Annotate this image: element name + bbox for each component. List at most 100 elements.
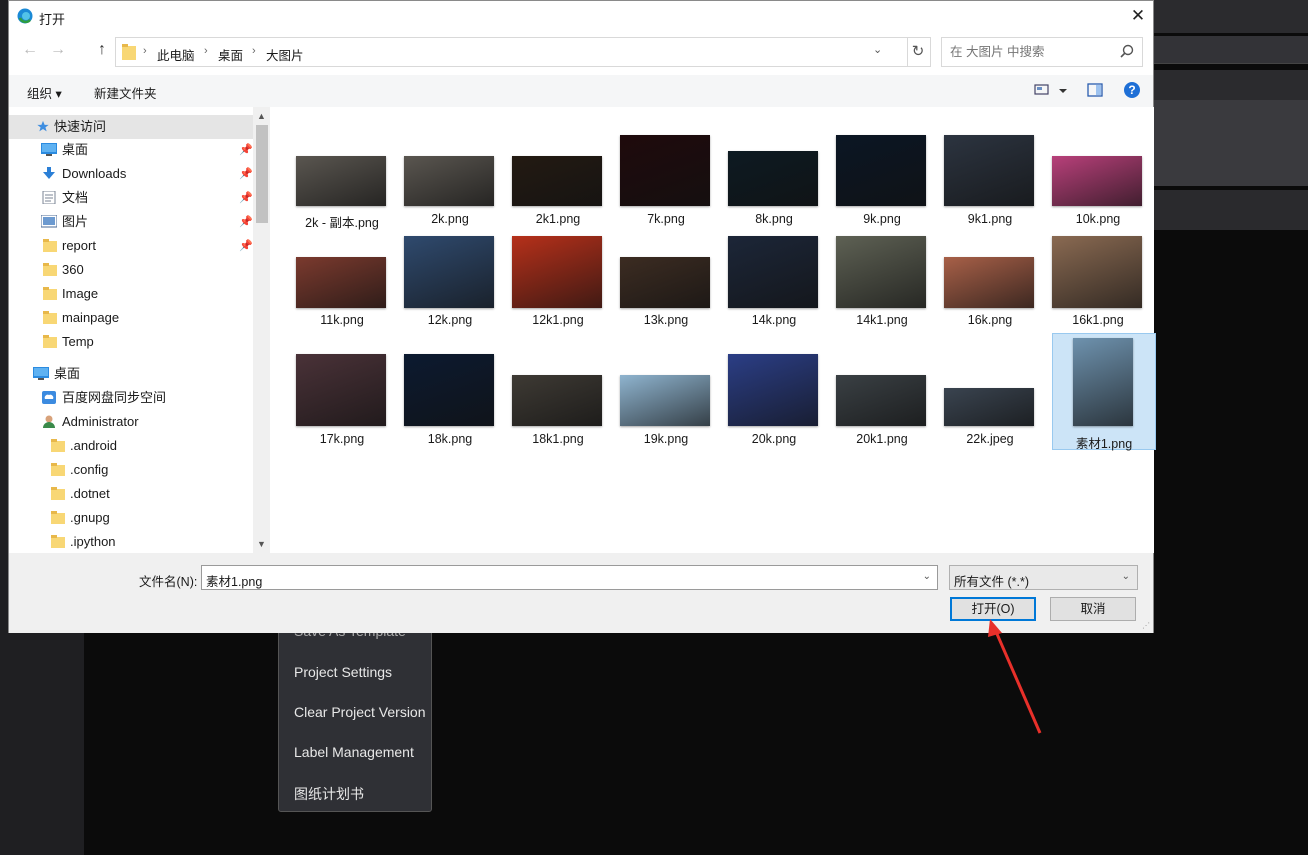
folder-icon — [43, 263, 57, 276]
file-name: 20k1.png — [856, 432, 908, 446]
sidebar-item-report[interactable]: report 📌 — [9, 234, 253, 258]
pin-icon[interactable]: 📌 — [239, 186, 253, 210]
search-box[interactable] — [941, 37, 1143, 67]
file-item[interactable]: 9k1.png — [938, 132, 1042, 248]
file-item[interactable]: 19k.png — [614, 333, 718, 449]
sidebar-item-documents[interactable]: 文档 📌 — [9, 186, 253, 210]
folder-icon — [51, 535, 65, 548]
command-bar: 组织 ▾ 新建文件夹 — [9, 75, 1153, 107]
sidebar-item-downloads[interactable]: Downloads 📌 — [9, 162, 253, 186]
sidebar-item-label: 图片 — [62, 214, 89, 229]
file-item[interactable]: 16k1.png — [1046, 233, 1150, 349]
file-thumbnail — [620, 257, 710, 308]
menu-item-drawing-plan[interactable]: 图纸计划书 — [294, 784, 429, 804]
sidebar-item-pictures[interactable]: 图片 📌 — [9, 210, 253, 234]
sidebar-item-desktop[interactable]: 桌面 📌 — [9, 138, 253, 162]
sidebar-item-label: mainpage — [62, 310, 120, 325]
file-thumbnail — [296, 257, 386, 308]
sidebar-item-temp[interactable]: Temp — [9, 330, 253, 354]
file-item[interactable]: 7k.png — [614, 132, 718, 248]
breadcrumb-desktop[interactable]: 桌面 — [218, 45, 243, 64]
chevron-down-icon[interactable]: ⌄ — [1122, 571, 1130, 582]
filetype-select[interactable]: 所有文件 (*.*) ⌄ — [949, 565, 1138, 590]
back-arrow-icon[interactable]: ← — [19, 41, 41, 59]
cancel-button[interactable]: 取消 — [1050, 597, 1136, 621]
menu-item-clear-project-version[interactable]: Clear Project Version — [294, 704, 429, 720]
close-button[interactable]: ✕ — [1121, 1, 1155, 31]
file-item[interactable]: 17k.png — [290, 333, 394, 449]
file-item[interactable]: 8k.png — [722, 132, 826, 248]
refresh-icon[interactable]: ↻ — [906, 37, 931, 67]
search-icon[interactable] — [1120, 44, 1134, 58]
pin-icon[interactable]: 📌 — [239, 234, 253, 258]
sidebar-item-baidu-netdisk[interactable]: 百度网盘同步空间 — [9, 386, 253, 410]
menu-item-label-management[interactable]: Label Management — [294, 744, 429, 760]
file-item[interactable]: 20k.png — [722, 333, 826, 449]
view-options-icon[interactable] — [1034, 82, 1072, 98]
sidebar-item-360[interactable]: 360 — [9, 258, 253, 282]
sidebar-item-label: 桌面 — [54, 366, 81, 381]
sidebar-item-quick-access[interactable]: 快速访问 — [9, 115, 253, 139]
sidebar-item-config[interactable]: .config — [9, 458, 253, 482]
organize-button[interactable]: 组织 ▾ — [27, 83, 62, 102]
filename-field[interactable]: 素材1.png ⌄ — [201, 565, 938, 590]
breadcrumb-big-pictures[interactable]: 大图片 — [266, 45, 304, 64]
filename-value[interactable]: 素材1.png — [206, 571, 262, 590]
app-panel — [1154, 100, 1308, 186]
file-item[interactable]: 14k.png — [722, 233, 826, 349]
scroll-down-icon[interactable]: ▼ — [257, 539, 266, 549]
file-item[interactable]: 11k.png — [290, 233, 394, 349]
file-item[interactable]: 2k - 副本.png — [290, 132, 394, 248]
file-thumbnail — [728, 354, 818, 426]
sidebar-item-image[interactable]: Image — [9, 282, 253, 306]
file-item[interactable]: 12k1.png — [506, 233, 610, 349]
sidebar-item-label: Administrator — [62, 414, 139, 429]
open-file-dialog: 打开 ✕ ← → ↑ › 此电脑 › 桌面 › 大图片 ⌄ ↻ 组织 ▾ 新建文… — [8, 0, 1156, 633]
up-arrow-icon[interactable]: ↑ — [91, 41, 113, 59]
pin-icon[interactable]: 📌 — [239, 138, 253, 162]
file-name: 2k.png — [431, 212, 469, 226]
help-icon[interactable]: ? — [1124, 82, 1140, 98]
file-item[interactable]: 14k1.png — [830, 233, 934, 349]
breadcrumb-this-pc[interactable]: 此电脑 — [157, 45, 195, 64]
file-name: 10k.png — [1075, 212, 1121, 226]
file-item[interactable]: 20k1.png — [830, 333, 934, 449]
sidebar-item-dotnet[interactable]: .dotnet — [9, 482, 253, 506]
file-item[interactable]: 18k1.png — [506, 333, 610, 449]
file-name: 9k1.png — [967, 212, 1013, 226]
file-name: 16k1.png — [1072, 313, 1124, 327]
menu-item-project-settings[interactable]: Project Settings — [294, 664, 429, 680]
file-item[interactable]: 16k.png — [938, 233, 1042, 349]
sidebar-item-label: .config — [70, 462, 109, 477]
sidebar-item-mainpage[interactable]: mainpage — [9, 306, 253, 330]
file-item[interactable]: 18k.png — [398, 333, 502, 449]
sidebar-item-gnupg[interactable]: .gnupg — [9, 506, 253, 530]
sidebar-scrollbar-thumb[interactable] — [256, 125, 268, 223]
sidebar-item-android[interactable]: .android — [9, 434, 253, 458]
user-icon — [43, 415, 55, 428]
pin-icon[interactable]: 📌 — [239, 162, 253, 186]
resize-grip-icon[interactable]: ⋰ — [1142, 621, 1152, 631]
sidebar-item-desktop-root[interactable]: 桌面 — [9, 362, 253, 386]
new-folder-button[interactable]: 新建文件夹 — [94, 83, 157, 102]
chevron-down-icon[interactable]: ⌄ — [923, 571, 931, 582]
forward-arrow-icon[interactable]: → — [47, 41, 69, 59]
file-item[interactable]: 2k.png — [398, 132, 502, 248]
search-input[interactable] — [950, 39, 1120, 65]
pin-icon[interactable]: 📌 — [239, 210, 253, 234]
address-bar[interactable]: › 此电脑 › 桌面 › 大图片 ⌄ — [115, 37, 908, 67]
chevron-down-icon[interactable]: ⌄ — [873, 43, 882, 56]
file-name: 7k.png — [647, 212, 685, 226]
file-item-selected[interactable]: 素材1.png — [1052, 333, 1156, 451]
sidebar-item-ipython[interactable]: .ipython — [9, 530, 253, 553]
file-item[interactable]: 9k.png — [830, 132, 934, 248]
file-item[interactable]: 13k.png — [614, 233, 718, 349]
preview-pane-icon[interactable] — [1087, 82, 1103, 98]
file-name: 18k.png — [427, 432, 473, 446]
sidebar-item-administrator[interactable]: Administrator — [9, 410, 253, 434]
scroll-up-icon[interactable]: ▲ — [257, 111, 266, 121]
file-item[interactable]: 22k.jpeg — [938, 333, 1042, 449]
file-item[interactable]: 12k.png — [398, 233, 502, 349]
file-item[interactable]: 2k1.png — [506, 132, 610, 248]
file-item[interactable]: 10k.png — [1046, 132, 1150, 248]
